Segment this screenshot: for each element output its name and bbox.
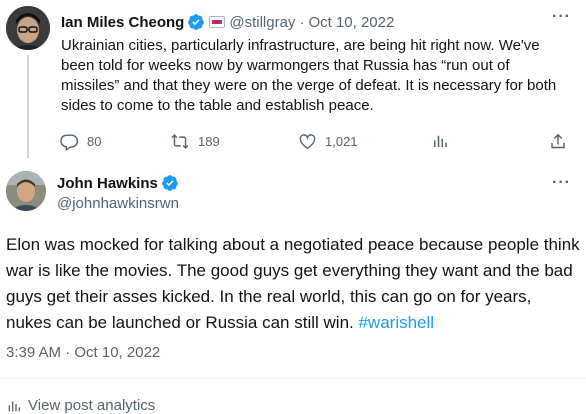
reply-button[interactable]: 80 [60,132,170,151]
original-tweet[interactable]: Ian Miles Cheong @stillgray · Oct 10, 20… [0,0,586,160]
tweet-timestamp[interactable]: 3:39 AM · Oct 10, 2022 [6,344,160,361]
hashtag-link[interactable]: #warishell [358,313,434,332]
analytics-label: View post analytics [28,397,156,414]
verified-badge-icon [187,13,205,31]
tweet-date[interactable]: Oct 10, 2022 [308,14,394,31]
tweet-text-line: Ukrainian cities, particularly infrastru… [61,37,540,54]
tweet-header: Ian Miles Cheong @stillgray · Oct 10, 20… [61,11,394,33]
like-count: 1,021 [325,133,358,149]
heart-icon [298,132,317,151]
retweet-button[interactable]: 189 [170,132,298,151]
author-name[interactable]: John Hawkins [57,175,158,192]
flag-icon [209,16,226,28]
tweet-text-line: sides to come to the table and establish… [61,97,374,114]
author-handle[interactable]: @stillgray [229,14,295,31]
more-icon[interactable]: ··· [552,174,571,192]
retweet-count: 189 [198,133,220,149]
tweet-text-line: been told for weeks now by warmongers th… [61,57,510,74]
view-analytics-link[interactable]: View post analytics [6,397,155,414]
like-button[interactable]: 1,021 [298,132,431,151]
analytics-icon [8,400,20,411]
analytics-icon [431,132,449,150]
share-icon [549,132,567,151]
share-button[interactable] [549,132,567,151]
avatar[interactable] [6,6,50,50]
more-icon[interactable]: ··· [552,8,571,26]
tweet-text: Elon was mocked for talking about a nego… [6,232,581,336]
author-handle[interactable]: @johnhawkinsrwn [57,195,179,212]
reply-count: 80 [87,133,102,149]
divider [0,378,586,379]
author-name[interactable]: Ian Miles Cheong [61,14,184,31]
retweet-icon [170,132,190,151]
avatar[interactable] [6,171,46,211]
avatar-image [6,6,50,50]
tweet-text-content: Elon was mocked for talking about a nego… [6,235,580,332]
tweet-text-line: missiles” and that they were on the verg… [61,77,557,94]
reply-tweet: John Hawkins @johnhawkinsrwn ··· Elon wa… [0,160,586,414]
reply-author-header: John Hawkins [57,174,179,192]
separator-dot: · [299,13,305,31]
verified-badge-icon [161,174,179,192]
tweet-actions: 80 189 1,021 [60,130,570,152]
avatar-image [6,171,46,211]
analytics-button[interactable] [431,132,549,150]
reply-icon [60,132,79,151]
thread-connector-line [27,55,29,158]
tweet-text: Ukrainian cities, particularly infrastru… [61,36,581,116]
